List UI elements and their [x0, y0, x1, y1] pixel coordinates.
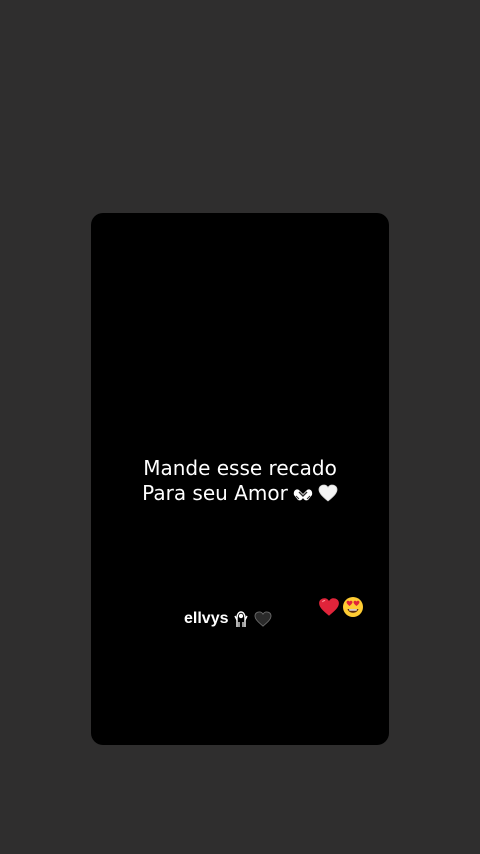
caption-line-2-wrap: Para seu Amor: [91, 481, 389, 506]
screen-background: Mande esse recado Para seu Amor ellvys: [0, 0, 480, 854]
red-heart-icon: [319, 598, 339, 616]
heart-eyes-face-icon: [343, 597, 363, 617]
white-heart-icon: [318, 484, 338, 502]
username-tag[interactable]: ellvys: [184, 609, 272, 629]
woman-gesturing-icon: [234, 611, 249, 627]
reaction-stickers[interactable]: [318, 596, 364, 618]
username-text: ellvys: [184, 610, 229, 627]
caption-line-2: Para seu Amor: [142, 481, 288, 505]
black-heart-icon: [255, 611, 272, 627]
heart-hands-icon: [293, 489, 313, 501]
caption-line-1: Mande esse recado: [143, 456, 337, 480]
story-caption: Mande esse recado Para seu Amor: [91, 456, 389, 506]
story-card[interactable]: Mande esse recado Para seu Amor ellvys: [91, 213, 389, 745]
